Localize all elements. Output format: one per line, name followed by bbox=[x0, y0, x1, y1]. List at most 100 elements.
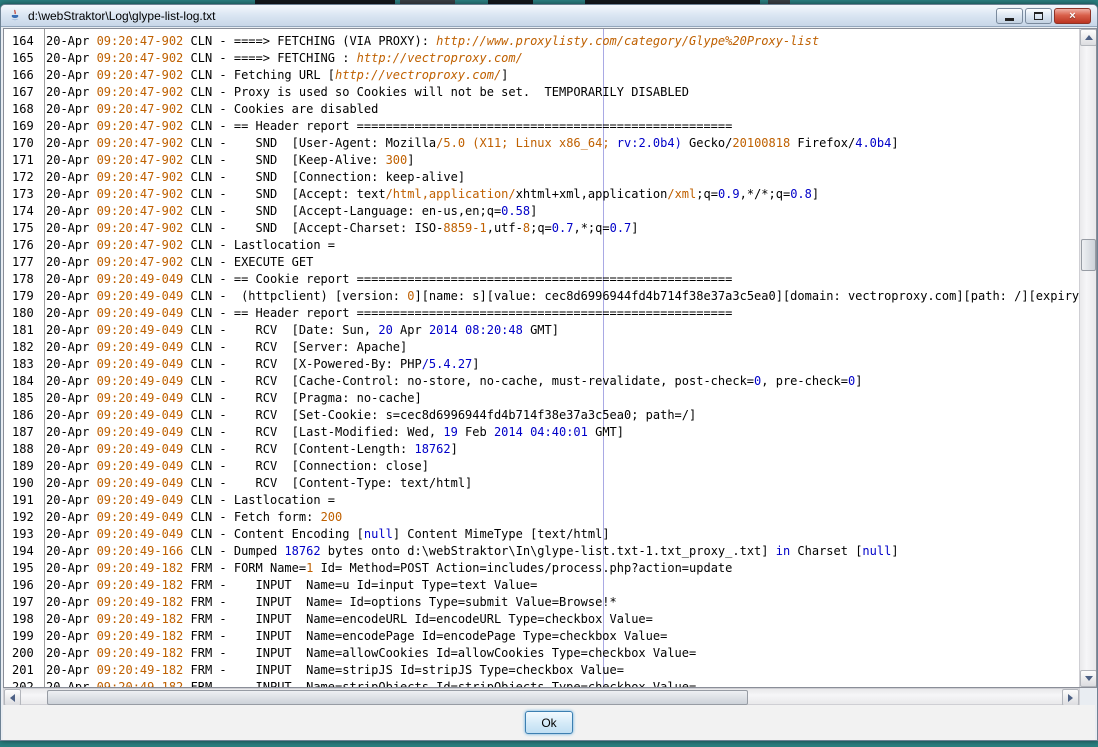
log-line: 20-Apr 09:20:47-902 CLN - SND [User-Agen… bbox=[46, 136, 1079, 153]
line-number: 164 bbox=[4, 34, 44, 51]
log-viewer: 1641651661671681691701711721731741751761… bbox=[3, 28, 1097, 688]
line-number: 176 bbox=[4, 238, 44, 255]
scroll-right-button[interactable] bbox=[1062, 689, 1079, 706]
scroll-right-icon bbox=[1068, 694, 1073, 702]
log-line: 20-Apr 09:20:47-902 CLN - Cookies are di… bbox=[46, 102, 1079, 119]
ok-button[interactable]: Ok bbox=[525, 711, 573, 734]
log-line: 20-Apr 09:20:49-049 CLN - Fetch form: 20… bbox=[46, 510, 1079, 527]
log-line: 20-Apr 09:20:49-182 FRM - INPUT Name= Id… bbox=[46, 595, 1079, 612]
line-number: 190 bbox=[4, 476, 44, 493]
log-line: 20-Apr 09:20:47-902 CLN - SND [Accept-La… bbox=[46, 204, 1079, 221]
line-number: 184 bbox=[4, 374, 44, 391]
line-number: 166 bbox=[4, 68, 44, 85]
window-title: d:\webStraktor\Log\glype-list-log.txt bbox=[28, 9, 996, 23]
log-line: 20-Apr 09:20:49-049 CLN - RCV [Connectio… bbox=[46, 459, 1079, 476]
log-line: 20-Apr 09:20:47-902 CLN - SND [Accept-Ch… bbox=[46, 221, 1079, 238]
minimize-button[interactable] bbox=[996, 8, 1023, 24]
minimize-icon bbox=[1005, 18, 1014, 21]
vertical-scrollbar[interactable] bbox=[1079, 29, 1096, 687]
line-number: 168 bbox=[4, 102, 44, 119]
scroll-down-button[interactable] bbox=[1080, 670, 1097, 687]
line-number: 180 bbox=[4, 306, 44, 323]
line-number: 191 bbox=[4, 493, 44, 510]
line-number: 192 bbox=[4, 510, 44, 527]
desktop: d:\webStraktor\Log\glype-list-log.txt × … bbox=[0, 0, 1098, 747]
java-app-icon bbox=[7, 8, 23, 24]
log-line: 20-Apr 09:20:47-902 CLN - ====> FETCHING… bbox=[46, 51, 1079, 68]
line-number: 186 bbox=[4, 408, 44, 425]
line-number: 173 bbox=[4, 187, 44, 204]
log-lines[interactable]: 20-Apr 09:20:47-902 CLN - ====> FETCHING… bbox=[46, 29, 1079, 687]
log-line: 20-Apr 09:20:49-049 CLN - Content Encodi… bbox=[46, 527, 1079, 544]
line-number: 201 bbox=[4, 663, 44, 680]
line-number: 167 bbox=[4, 85, 44, 102]
bottom-panel: Ok bbox=[3, 705, 1095, 740]
log-line: 20-Apr 09:20:49-182 FRM - INPUT Name=str… bbox=[46, 663, 1079, 680]
log-line: 20-Apr 09:20:49-049 CLN - RCV [Server: A… bbox=[46, 340, 1079, 357]
line-number: 200 bbox=[4, 646, 44, 663]
log-line: 20-Apr 09:20:47-902 CLN - Fetching URL [… bbox=[46, 68, 1079, 85]
maximize-button[interactable] bbox=[1025, 8, 1052, 24]
line-number: 193 bbox=[4, 527, 44, 544]
log-line: 20-Apr 09:20:49-182 FRM - INPUT Name=all… bbox=[46, 646, 1079, 663]
line-number: 202 bbox=[4, 680, 44, 688]
log-line: 20-Apr 09:20:47-902 CLN - SND [Accept: t… bbox=[46, 187, 1079, 204]
scroll-up-button[interactable] bbox=[1080, 29, 1097, 46]
log-gutter: 1641651661671681691701711721731741751761… bbox=[4, 29, 45, 687]
log-line: 20-Apr 09:20:47-902 CLN - Proxy is used … bbox=[46, 85, 1079, 102]
line-number: 169 bbox=[4, 119, 44, 136]
scroll-down-icon bbox=[1085, 676, 1093, 681]
log-line: 20-Apr 09:20:49-049 CLN - (httpclient) [… bbox=[46, 289, 1079, 306]
line-number: 195 bbox=[4, 561, 44, 578]
horizontal-scrollbar-thumb[interactable] bbox=[47, 690, 748, 705]
log-line: 20-Apr 09:20:47-902 CLN - SND [Keep-Aliv… bbox=[46, 153, 1079, 170]
maximize-icon bbox=[1034, 12, 1043, 20]
line-number: 187 bbox=[4, 425, 44, 442]
log-line: 20-Apr 09:20:49-049 CLN - RCV [Content-L… bbox=[46, 442, 1079, 459]
scroll-up-icon bbox=[1085, 35, 1093, 40]
line-number: 178 bbox=[4, 272, 44, 289]
log-line: 20-Apr 09:20:49-049 CLN - RCV [Set-Cooki… bbox=[46, 408, 1079, 425]
window-controls: × bbox=[996, 8, 1091, 24]
line-number: 174 bbox=[4, 204, 44, 221]
log-line: 20-Apr 09:20:47-902 CLN - SND [Connectio… bbox=[46, 170, 1079, 187]
log-line: 20-Apr 09:20:47-902 CLN - ====> FETCHING… bbox=[46, 34, 1079, 51]
line-number: 181 bbox=[4, 323, 44, 340]
line-number: 183 bbox=[4, 357, 44, 374]
horizontal-scrollbar[interactable] bbox=[3, 688, 1080, 705]
log-line: 20-Apr 09:20:49-182 FRM - FORM Name=1 Id… bbox=[46, 561, 1079, 578]
line-number: 179 bbox=[4, 289, 44, 306]
line-number: 185 bbox=[4, 391, 44, 408]
line-number: 199 bbox=[4, 629, 44, 646]
line-number: 194 bbox=[4, 544, 44, 561]
log-line: 20-Apr 09:20:49-182 FRM - INPUT Name=u I… bbox=[46, 578, 1079, 595]
scrollbar-corner bbox=[1080, 688, 1097, 705]
log-line: 20-Apr 09:20:49-182 FRM - INPUT Name=enc… bbox=[46, 612, 1079, 629]
scroll-left-icon bbox=[10, 694, 15, 702]
line-number: 175 bbox=[4, 221, 44, 238]
horizontal-scrollbar-row bbox=[3, 688, 1097, 705]
log-line: 20-Apr 09:20:49-166 CLN - Dumped 18762 b… bbox=[46, 544, 1079, 561]
line-number: 170 bbox=[4, 136, 44, 153]
close-button[interactable]: × bbox=[1054, 8, 1091, 24]
log-line: 20-Apr 09:20:49-049 CLN - RCV [Cache-Con… bbox=[46, 374, 1079, 391]
titlebar[interactable]: d:\webStraktor\Log\glype-list-log.txt × bbox=[1, 5, 1097, 27]
line-number: 171 bbox=[4, 153, 44, 170]
log-line: 20-Apr 09:20:49-049 CLN - RCV [X-Powered… bbox=[46, 357, 1079, 374]
log-line: 20-Apr 09:20:47-902 CLN - Lastlocation = bbox=[46, 238, 1079, 255]
line-number: 182 bbox=[4, 340, 44, 357]
close-icon: × bbox=[1069, 10, 1075, 22]
line-number: 196 bbox=[4, 578, 44, 595]
scroll-left-button[interactable] bbox=[4, 689, 21, 706]
log-line: 20-Apr 09:20:49-049 CLN - RCV [Pragma: n… bbox=[46, 391, 1079, 408]
log-line: 20-Apr 09:20:49-049 CLN - RCV [Last-Modi… bbox=[46, 425, 1079, 442]
log-line: 20-Apr 09:20:47-902 CLN - == Header repo… bbox=[46, 119, 1079, 136]
line-number: 188 bbox=[4, 442, 44, 459]
line-number: 197 bbox=[4, 595, 44, 612]
log-line: 20-Apr 09:20:47-902 CLN - EXECUTE GET bbox=[46, 255, 1079, 272]
log-line: 20-Apr 09:20:49-049 CLN - == Header repo… bbox=[46, 306, 1079, 323]
log-line: 20-Apr 09:20:49-049 CLN - Lastlocation = bbox=[46, 493, 1079, 510]
log-line: 20-Apr 09:20:49-182 FRM - INPUT Name=enc… bbox=[46, 629, 1079, 646]
line-number: 165 bbox=[4, 51, 44, 68]
vertical-scrollbar-thumb[interactable] bbox=[1081, 239, 1096, 271]
